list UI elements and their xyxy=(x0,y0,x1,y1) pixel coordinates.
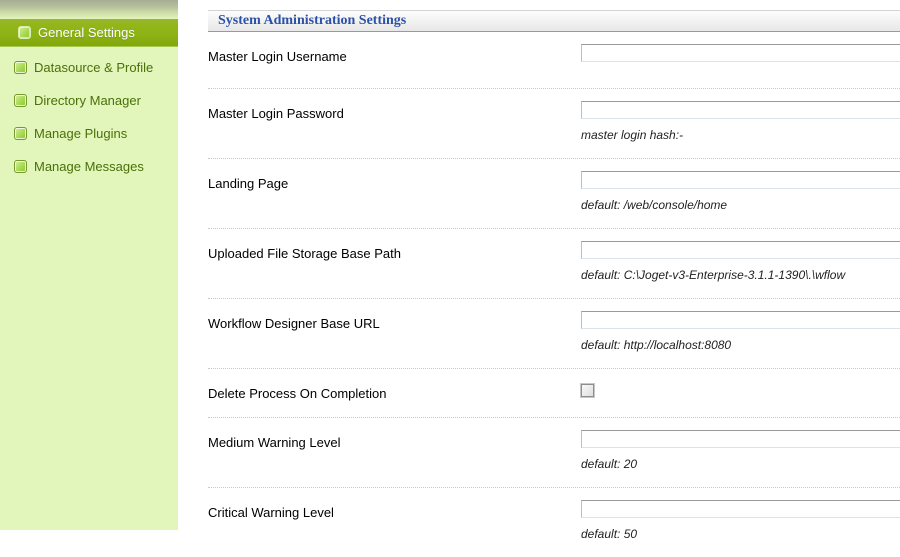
field-control: default: 20 xyxy=(581,430,900,471)
critical-warning-level-input[interactable] xyxy=(581,500,900,518)
uploaded-file-storage-base-path-input[interactable] xyxy=(581,241,900,259)
field-label: Landing Page xyxy=(208,171,581,191)
landing-page-hint: default: /web/console/home xyxy=(581,198,900,212)
panel-header: System Administration Settings xyxy=(208,10,900,32)
form-row-master-login-password: Master Login Password master login hash:… xyxy=(208,89,900,159)
medium-warning-level-input[interactable] xyxy=(581,430,900,448)
master-login-password-input[interactable] xyxy=(581,101,900,119)
field-label: Workflow Designer Base URL xyxy=(208,311,581,331)
sidebar-nav: General Settings Datasource & Profile Di… xyxy=(0,19,178,175)
uploaded-file-storage-base-path-hint: default: C:\Joget-v3-Enterprise-3.1.1-13… xyxy=(581,268,900,282)
page-title: System Administration Settings xyxy=(218,13,406,29)
menu-square-icon xyxy=(14,94,27,107)
sidebar-item-directory-manager[interactable]: Directory Manager xyxy=(0,92,178,109)
sidebar-item-label: General Settings xyxy=(38,25,135,40)
menu-square-icon xyxy=(14,127,27,140)
sidebar-item-datasource-profile[interactable]: Datasource & Profile xyxy=(0,59,178,76)
medium-warning-level-hint: default: 20 xyxy=(581,457,900,471)
sidebar-item-manage-messages[interactable]: Manage Messages xyxy=(0,158,178,175)
form-row-delete-process-on-completion: Delete Process On Completion xyxy=(208,369,900,418)
sidebar-item-label: Directory Manager xyxy=(34,93,141,108)
field-label: Master Login Username xyxy=(208,44,581,64)
field-control: default: http://localhost:8080 xyxy=(581,311,900,352)
workflow-designer-base-url-hint: default: http://localhost:8080 xyxy=(581,338,900,352)
settings-form: Master Login Username Master Login Passw… xyxy=(208,32,900,557)
sidebar-item-general-settings[interactable]: General Settings xyxy=(0,19,178,47)
field-control: master login hash:- xyxy=(581,101,900,142)
field-control xyxy=(581,44,900,62)
field-control: default: /web/console/home xyxy=(581,171,900,212)
sidebar-item-label: Manage Messages xyxy=(34,159,144,174)
master-login-username-input[interactable] xyxy=(581,44,900,62)
sidebar-item-manage-plugins[interactable]: Manage Plugins xyxy=(0,125,178,142)
menu-square-icon xyxy=(14,160,27,173)
form-row-landing-page: Landing Page default: /web/console/home xyxy=(208,159,900,229)
workflow-designer-base-url-input[interactable] xyxy=(581,311,900,329)
field-control xyxy=(581,381,900,397)
master-login-password-hint: master login hash:- xyxy=(581,128,900,142)
field-label: Uploaded File Storage Base Path xyxy=(208,241,581,261)
form-row-critical-warning-level: Critical Warning Level default: 50 xyxy=(208,488,900,557)
settings-main-panel: System Administration Settings Master Lo… xyxy=(208,0,900,557)
menu-square-icon xyxy=(14,61,27,74)
landing-page-input[interactable] xyxy=(581,171,900,189)
delete-process-on-completion-checkbox[interactable] xyxy=(581,384,594,397)
form-row-workflow-designer-base-url: Workflow Designer Base URL default: http… xyxy=(208,299,900,369)
settings-sidebar: General Settings Datasource & Profile Di… xyxy=(0,0,178,530)
field-control: default: 50 xyxy=(581,500,900,541)
form-row-medium-warning-level: Medium Warning Level default: 20 xyxy=(208,418,900,488)
sidebar-item-label: Datasource & Profile xyxy=(34,60,153,75)
field-control: default: C:\Joget-v3-Enterprise-3.1.1-13… xyxy=(581,241,900,282)
form-row-uploaded-file-storage-base-path: Uploaded File Storage Base Path default:… xyxy=(208,229,900,299)
form-row-master-login-username: Master Login Username xyxy=(208,32,900,89)
menu-square-icon xyxy=(18,26,31,39)
field-label: Critical Warning Level xyxy=(208,500,581,520)
field-label: Master Login Password xyxy=(208,101,581,121)
field-label: Medium Warning Level xyxy=(208,430,581,450)
sidebar-item-label: Manage Plugins xyxy=(34,126,127,141)
field-label: Delete Process On Completion xyxy=(208,381,581,401)
critical-warning-level-hint: default: 50 xyxy=(581,527,900,541)
sidebar-top-gradient xyxy=(0,0,178,19)
